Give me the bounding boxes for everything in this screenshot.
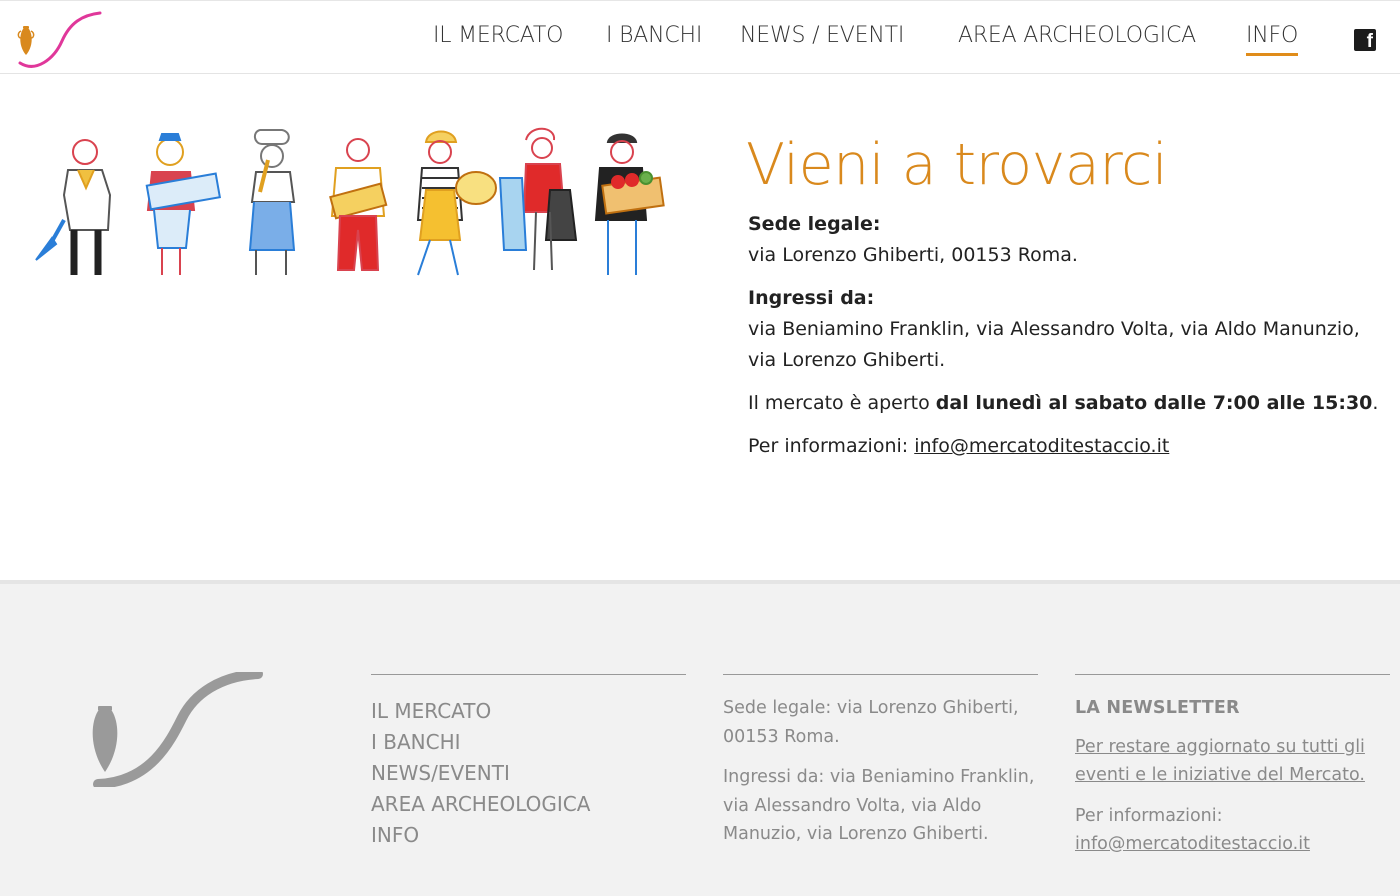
vendor-greengrocer-figure <box>594 133 665 275</box>
site-footer: IL MERCATO I BANCHI NEWS/EVENTI AREA ARC… <box>0 584 1400 896</box>
facebook-icon[interactable]: f <box>1354 29 1376 52</box>
vendor-red-pants-figure <box>329 138 388 271</box>
ingressi-label: Ingressi da: <box>748 287 875 309</box>
amphora-logo-grey-icon <box>92 672 263 787</box>
nav-item-area-archeologica[interactable]: AREA ARCHEOLOGICA <box>958 23 1196 48</box>
vendor-chef-figure <box>248 129 296 275</box>
footer-contact-email-link[interactable]: info@mercatoditestaccio.it <box>1075 834 1310 854</box>
opening-hours: Il mercato è aperto dal lunedì al sabato… <box>748 392 1379 414</box>
nav-item-i-banchi[interactable]: I BANCHI <box>606 23 702 48</box>
main-nav: IL MERCATO I BANCHI NEWS / EVENTI AREA A… <box>0 23 1400 63</box>
footer-rule-newsletter <box>1075 674 1390 675</box>
nav-item-il-mercato[interactable]: IL MERCATO <box>433 23 563 48</box>
sede-legale-label: Sede legale: <box>748 213 881 235</box>
vendor-fishmonger-figure <box>145 133 222 275</box>
site-header: IL MERCATO I BANCHI NEWS / EVENTI AREA A… <box>0 0 1400 74</box>
sede-legale-block: Sede legale: via Lorenzo Ghiberti, 00153… <box>748 209 1388 271</box>
ingressi-block: Ingressi da: via Beniamino Franklin, via… <box>748 283 1388 376</box>
footer-contact-label: Per informazioni: <box>1075 805 1223 826</box>
footer-newsletter: LA NEWSLETTER Per restare aggiornato su … <box>1075 694 1395 859</box>
footer-nav-il-mercato[interactable]: IL MERCATO <box>371 696 590 727</box>
contact-info: Per informazioni: info@mercatoditestacci… <box>748 435 1170 457</box>
footer-sede-legale: Sede legale: via Lorenzo Ghiberti, 00153… <box>723 698 1019 747</box>
nav-item-news-eventi[interactable]: NEWS / EVENTI <box>740 23 904 48</box>
page-title: Vieni a trovarci <box>746 132 1168 198</box>
contact-email-link[interactable]: info@mercatoditestaccio.it <box>914 435 1169 457</box>
footer-ingressi: Ingressi da: via Beniamino Franklin, via… <box>723 767 1035 844</box>
sede-legale-address: via Lorenzo Ghiberti, 00153 Roma. <box>748 244 1078 266</box>
nav-item-info[interactable]: INFO <box>1246 23 1298 56</box>
footer-rule-address <box>723 674 1038 675</box>
market-vendors-illustration <box>35 127 665 276</box>
footer-nav: IL MERCATO I BANCHI NEWS/EVENTI AREA ARC… <box>371 696 590 851</box>
footer-nav-info[interactable]: INFO <box>371 820 590 851</box>
footer-nav-i-banchi[interactable]: I BANCHI <box>371 727 590 758</box>
ingressi-text: via Beniamino Franklin, via Alessandro V… <box>748 318 1360 371</box>
footer-nav-area-archeologica[interactable]: AREA ARCHEOLOGICA <box>371 789 590 820</box>
newsletter-link[interactable]: Per restare aggiornato su tutti gli even… <box>1075 737 1365 786</box>
newsletter-title: LA NEWSLETTER <box>1075 698 1240 718</box>
vendor-baker-figure <box>416 130 497 276</box>
footer-rule-nav <box>371 674 686 675</box>
footer-address: Sede legale: via Lorenzo Ghiberti, 00153… <box>723 694 1043 861</box>
vendor-clothing-figure <box>498 127 578 271</box>
footer-nav-news-eventi[interactable]: NEWS/EVENTI <box>371 758 590 789</box>
vendor-butcher-figure <box>35 139 112 275</box>
